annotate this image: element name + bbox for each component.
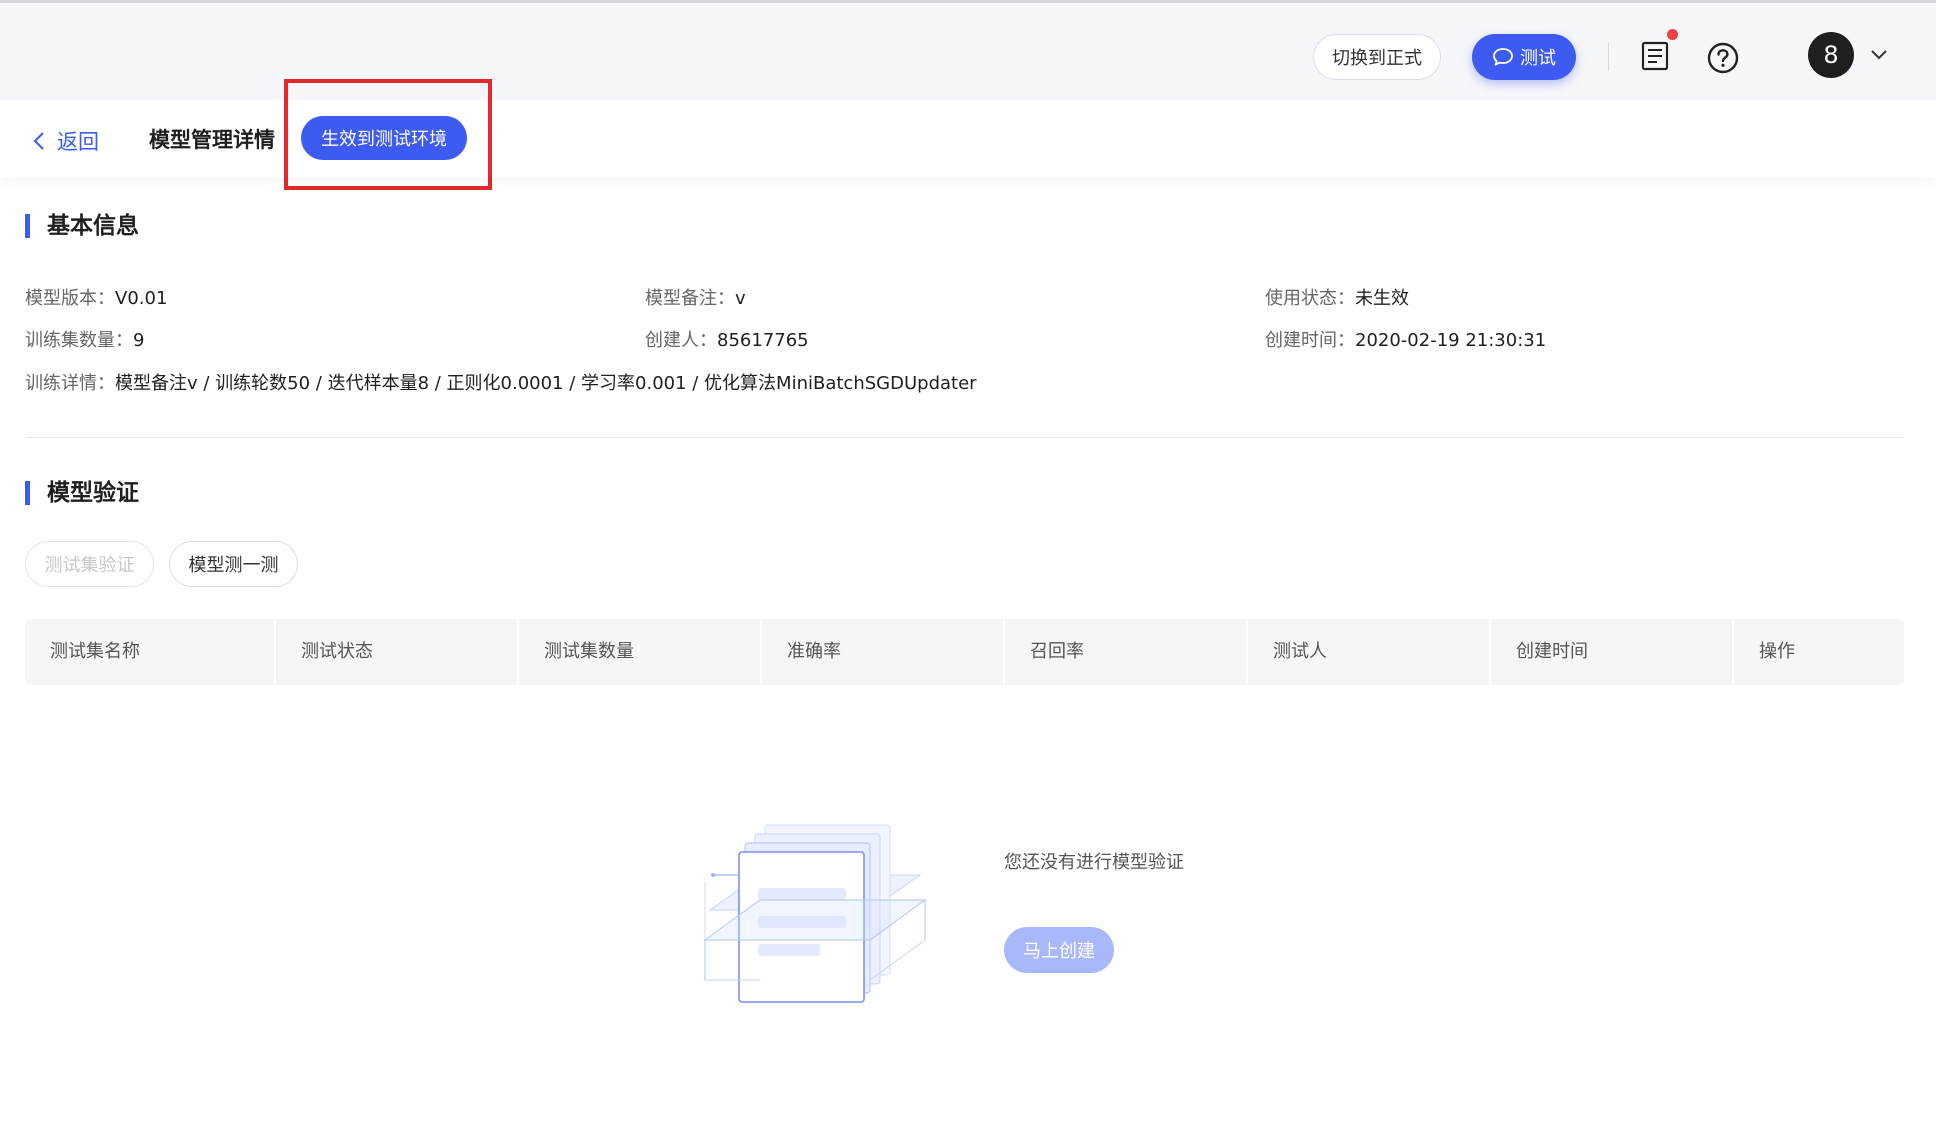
user-avatar[interactable]: 8 — [1808, 32, 1854, 78]
info-usage-status: 使用状态：未生效 — [1265, 284, 1409, 310]
info-value: 2020-02-19 21:30:31 — [1355, 330, 1547, 351]
help-icon[interactable] — [1707, 42, 1739, 74]
document-list-icon[interactable] — [1641, 41, 1669, 71]
header-divider — [1608, 43, 1609, 71]
info-value: V0.01 — [115, 288, 168, 309]
column-header-accuracy: 准确率 — [762, 619, 1005, 685]
info-label: 创建时间： — [1265, 330, 1355, 351]
validation-table-header: 测试集名称 测试状态 测试集数量 准确率 召回率 测试人 创建时间 操作 — [25, 619, 1904, 685]
column-header-test-set-name: 测试集名称 — [25, 619, 276, 685]
column-header-recall: 召回率 — [1005, 619, 1248, 685]
test-set-validation-button[interactable]: 测试集验证 — [25, 541, 154, 587]
info-value: v — [735, 288, 746, 309]
info-training-details: 训练详情：模型备注v / 训练轮数50 / 迭代样本量8 / 正则化0.0001… — [25, 369, 977, 395]
empty-state-message: 您还没有进行模型验证 — [1004, 852, 1184, 873]
info-label: 模型备注： — [645, 288, 735, 309]
info-model-remark: 模型备注：v — [645, 284, 746, 310]
back-link[interactable]: 返回 — [33, 126, 99, 156]
section-divider — [25, 437, 1904, 438]
column-header-tester: 测试人 — [1248, 619, 1491, 685]
column-header-test-set-count: 测试集数量 — [519, 619, 762, 685]
info-value: 9 — [133, 330, 145, 351]
test-button-label: 测试 — [1520, 48, 1556, 69]
info-label: 使用状态： — [1265, 288, 1355, 309]
info-value: 85617765 — [717, 330, 809, 351]
page-title: 模型管理详情 — [149, 128, 275, 152]
chevron-down-icon[interactable] — [1870, 47, 1888, 61]
create-now-button[interactable]: 马上创建 — [1004, 927, 1114, 973]
info-model-version: 模型版本：V0.01 — [25, 284, 167, 310]
test-environment-button[interactable]: 测试 — [1472, 34, 1576, 80]
info-training-set-count: 训练集数量：9 — [25, 326, 144, 352]
column-header-actions: 操作 — [1759, 641, 1795, 662]
back-label: 返回 — [57, 130, 99, 154]
chevron-left-icon — [33, 132, 44, 150]
column-header-created-time: 创建时间 — [1491, 619, 1734, 685]
info-label: 训练集数量： — [25, 330, 133, 351]
column-header-test-status: 测试状态 — [276, 619, 519, 685]
chat-bubble-icon — [1493, 48, 1513, 66]
switch-to-production-button[interactable]: 切换到正式 — [1313, 34, 1441, 80]
info-value: 模型备注v / 训练轮数50 / 迭代样本量8 / 正则化0.0001 / 学习… — [115, 373, 977, 394]
info-label: 模型版本： — [25, 288, 115, 309]
info-created-time: 创建时间：2020-02-19 21:30:31 — [1265, 326, 1546, 352]
section-title-model-validation: 模型验证 — [25, 478, 139, 508]
model-quick-test-button[interactable]: 模型测一测 — [169, 541, 298, 587]
notification-dot — [1667, 29, 1678, 40]
info-value: 未生效 — [1355, 288, 1409, 309]
highlight-annotation — [284, 79, 492, 190]
section-title-basic-info: 基本信息 — [25, 211, 139, 241]
info-label: 训练详情： — [25, 373, 115, 394]
info-label: 创建人： — [645, 330, 717, 351]
empty-state-illustration — [703, 824, 927, 1003]
info-creator: 创建人：85617765 — [645, 326, 809, 352]
